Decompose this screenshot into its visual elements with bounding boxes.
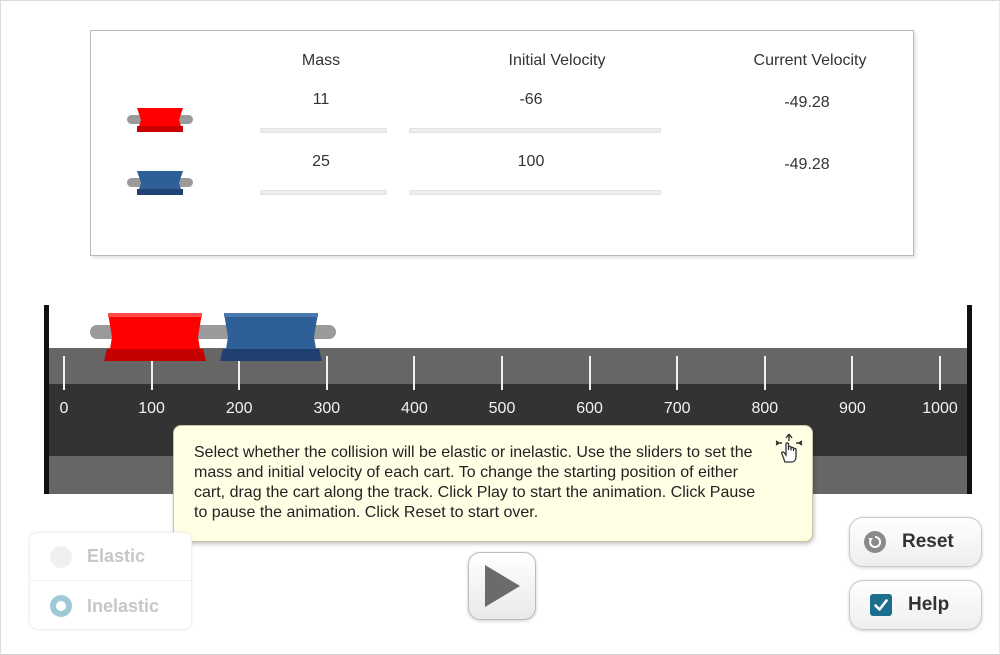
track-tick (501, 356, 503, 390)
cart-data-panel: Mass Initial Velocity Current Velocity 1… (90, 30, 914, 256)
blue-current-velocity-value: -49.28 (784, 156, 830, 173)
blue-cart-icon (127, 171, 193, 195)
mass-header: Mass (301, 52, 341, 69)
instructions-text: Select whether the collision will be ela… (194, 444, 756, 521)
track-tick-label: 100 (138, 400, 165, 417)
track-tick (676, 356, 679, 390)
elastic-label: Elastic (87, 546, 146, 566)
track-tick-label: 400 (401, 400, 428, 417)
track-tick-label: 600 (576, 400, 603, 417)
track-tick (939, 356, 941, 390)
drag-hand-icon (775, 433, 803, 463)
blue-velocity-slider[interactable] (409, 190, 661, 195)
track-tick (413, 356, 416, 390)
help-label: Help (908, 594, 950, 615)
track-right-wall (967, 305, 972, 494)
reset-button[interactable]: Reset (849, 517, 982, 567)
inelastic-radio[interactable] (50, 595, 72, 617)
reset-icon (864, 531, 886, 553)
current-velocity-header: Current Velocity (753, 52, 867, 69)
red-cart[interactable] (90, 311, 220, 363)
instructions-tooltip: Select whether the collision will be ela… (173, 425, 813, 542)
red-cart-icon (127, 108, 193, 132)
track-tick-label: 700 (663, 400, 691, 417)
initial-velocity-header: Initial Velocity (508, 52, 606, 69)
blue-cart[interactable] (206, 311, 336, 363)
inelastic-label: Inelastic (87, 595, 160, 616)
elastic-radio[interactable] (50, 545, 72, 568)
red-mass-slider[interactable] (260, 128, 387, 133)
red-velocity-slider[interactable] (409, 128, 661, 133)
track-tick (851, 356, 854, 390)
track-tick-label: 800 (751, 400, 779, 417)
track-tick-label: 1000 (922, 400, 958, 417)
track-tick (63, 356, 65, 390)
track-tick-label: 200 (225, 400, 253, 417)
track-tick (588, 356, 591, 390)
track-left-wall (44, 305, 49, 494)
blue-mass-value: 25 (312, 153, 330, 170)
track-tick (763, 356, 766, 390)
elastic-option[interactable]: Elastic (30, 533, 191, 581)
red-initial-velocity-value: -66 (519, 91, 543, 108)
red-mass-value: 11 (312, 91, 330, 108)
track-tick-label: 500 (488, 400, 516, 417)
inelastic-option[interactable]: Inelastic (30, 582, 191, 630)
check-icon[interactable] (870, 594, 892, 616)
play-button[interactable] (468, 552, 536, 620)
track-tick-label: 0 (59, 400, 69, 417)
track-tick-label: 300 (313, 400, 341, 417)
red-current-velocity-value: -49.28 (784, 94, 830, 111)
blue-initial-velocity-value: 100 (517, 153, 545, 170)
play-icon (485, 565, 520, 607)
help-button[interactable]: Help (849, 580, 982, 630)
blue-mass-slider[interactable] (260, 190, 387, 195)
collision-type-group: Elastic Inelastic (29, 532, 192, 630)
collision-simulator: Mass Initial Velocity Current Velocity 1… (0, 0, 1000, 655)
track-tick-label: 900 (839, 400, 866, 417)
reset-label: Reset (902, 531, 954, 552)
